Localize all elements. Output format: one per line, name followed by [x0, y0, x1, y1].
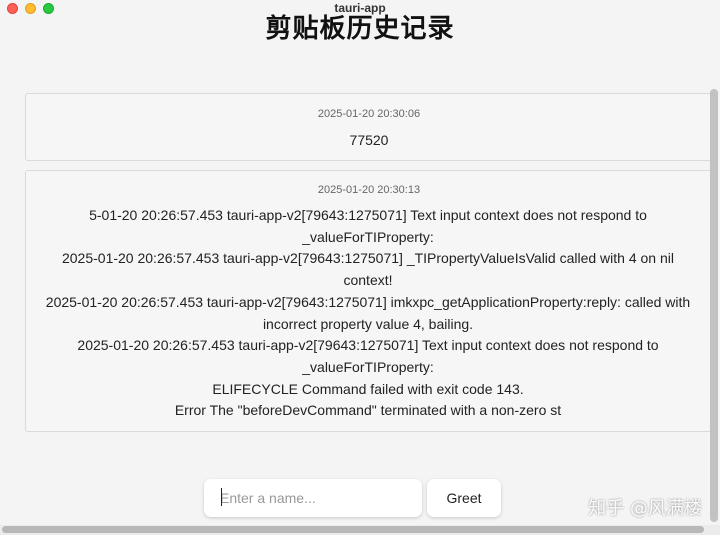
watermark: 知乎 @风满楼 [588, 498, 702, 519]
app-window: tauri-app 剪贴板历史记录 2025-01-20 20:30:06 77… [0, 0, 720, 535]
name-input[interactable] [204, 479, 422, 517]
page-title-text: 剪贴板历史记录 [265, 14, 455, 40]
page-title: 剪贴板历史记录 [0, 10, 720, 40]
history-item[interactable]: 2025-01-20 20:30:06 77520 [25, 93, 713, 161]
vertical-scrollbar[interactable] [710, 89, 718, 522]
history-item[interactable]: 2025-01-20 20:30:13 5-01-20 20:26:57.453… [25, 170, 713, 432]
horizontal-scrollbar[interactable] [2, 526, 704, 533]
greet-button[interactable]: Greet [427, 479, 501, 517]
horizontal-scrollbar-track[interactable] [0, 525, 720, 535]
history-item-timestamp: 2025-01-20 20:30:13 [317, 184, 421, 196]
history-item-content: 5-01-20 20:26:57.453 tauri-app-v2[79643:… [45, 207, 691, 419]
history-item-timestamp: 2025-01-20 20:30:06 [317, 108, 421, 120]
text-caret [221, 488, 222, 506]
history-item-content: 77520 [349, 132, 389, 148]
